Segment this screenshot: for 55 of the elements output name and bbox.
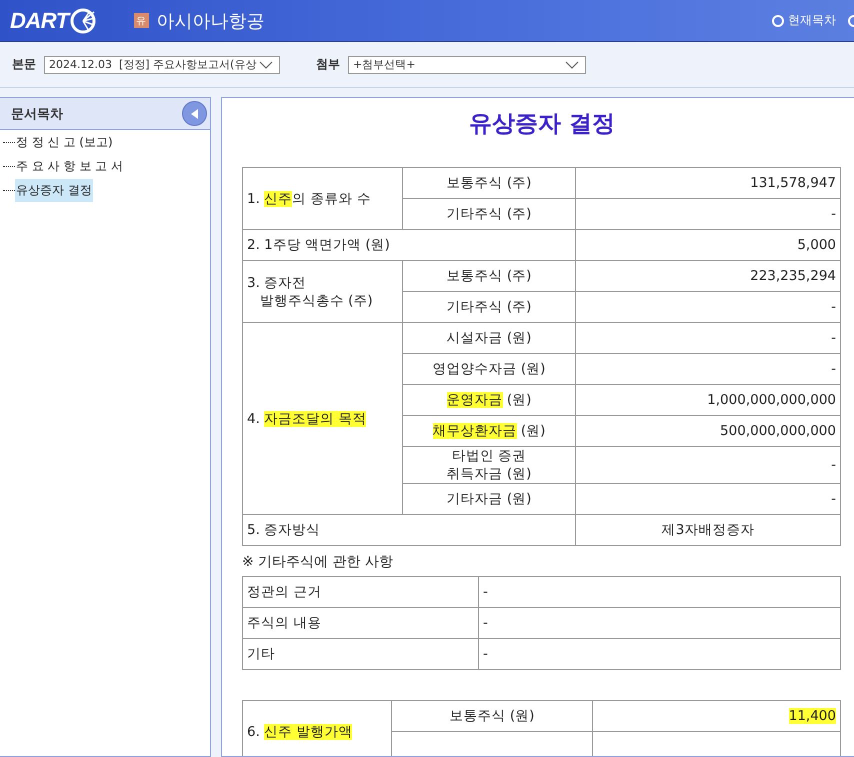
table-cell: 보통주식 (원) — [392, 700, 592, 732]
triangle-left-icon — [190, 108, 198, 118]
table-cell: 시설자금 (원) — [402, 322, 576, 354]
table-cell: - — [478, 576, 840, 608]
note-text: ※ 기타주식에 관한 사항 — [242, 553, 394, 571]
attach-label: 첨부 — [316, 56, 340, 73]
table-cell: 기타 — [242, 638, 478, 670]
table-cell: 5. 증자방식 — [242, 514, 576, 546]
chevron-down-icon — [259, 60, 273, 68]
burst-logo-icon — [70, 8, 96, 34]
company-badge: 유 — [134, 13, 149, 28]
toc-item[interactable]: 정 정 신 고 (보고) — [15, 130, 114, 154]
table-cell: 기타주식 (주) — [402, 198, 576, 230]
body-label: 본문 — [12, 56, 36, 73]
table-cell: 주식의 내용 — [242, 608, 478, 638]
table-cell: 타법인 증권 취득자금 (원) — [402, 446, 576, 484]
toc-item[interactable]: 주 요 사 항 보 고 서 — [15, 154, 124, 178]
table-cell: - — [576, 198, 840, 230]
table-cell: 기타자금 (원) — [402, 484, 576, 514]
table-cell: 보통주식 (주) — [402, 260, 576, 292]
table-cell: 채무상환자금 (원) — [402, 416, 576, 446]
table-cell: 1. 신주의 종류와 수 — [242, 168, 402, 230]
collapse-button[interactable] — [182, 101, 207, 126]
table-cell: 보통주식 (주) — [402, 168, 576, 198]
table-cell: 2. 1주당 액면가액 (원) — [242, 230, 576, 260]
table-cell: 기타주식 (주) — [402, 292, 576, 322]
table-cell: 운영자금 (원) — [402, 384, 576, 416]
table-cell: 11,400 — [592, 700, 840, 732]
table-cell: - — [576, 446, 840, 484]
table-cell: 3. 증자전 발행주식총수 (주) — [242, 260, 402, 322]
table-cell: 223,235,294 — [576, 260, 840, 292]
body-select[interactable]: 2024.12.03 [정정] 주요사항보고서(유상 — [44, 56, 280, 74]
table-cell: 500,000,000,000 — [576, 416, 840, 446]
table-cell: 1,000,000,000,000 — [576, 384, 840, 416]
chevron-down-icon — [565, 60, 579, 68]
attach-select[interactable]: +첨부선택+ — [348, 56, 586, 74]
table-cell: - — [478, 638, 840, 670]
table-cell: 제3자배정증자 — [576, 514, 840, 546]
table-cell: 131,578,947 — [576, 168, 840, 198]
table-cell: 정관의 근거 — [242, 576, 478, 608]
table-cell: - — [576, 322, 840, 354]
table-cell: - — [576, 292, 840, 322]
toc-item[interactable]: 유상증자 결정 — [15, 178, 93, 202]
view-option-radio[interactable]: 현재목차 — [772, 12, 836, 29]
company-name: 아시아나항공 — [156, 10, 265, 32]
table-cell: 영업양수자금 (원) — [402, 354, 576, 384]
table-cell: 4. 자금조달의 목적 — [242, 322, 402, 514]
table-cell: - — [576, 354, 840, 384]
table-cell: 6. 신주 발행가액 — [242, 700, 392, 756]
table-cell: - — [576, 484, 840, 514]
logo-text[interactable]: DART — [10, 8, 69, 34]
document-title: 유상증자 결정 — [468, 110, 616, 139]
table-cell: - — [478, 608, 840, 638]
sidebar-title: 문서목차 — [11, 106, 63, 122]
table-cell: 5,000 — [576, 230, 840, 260]
